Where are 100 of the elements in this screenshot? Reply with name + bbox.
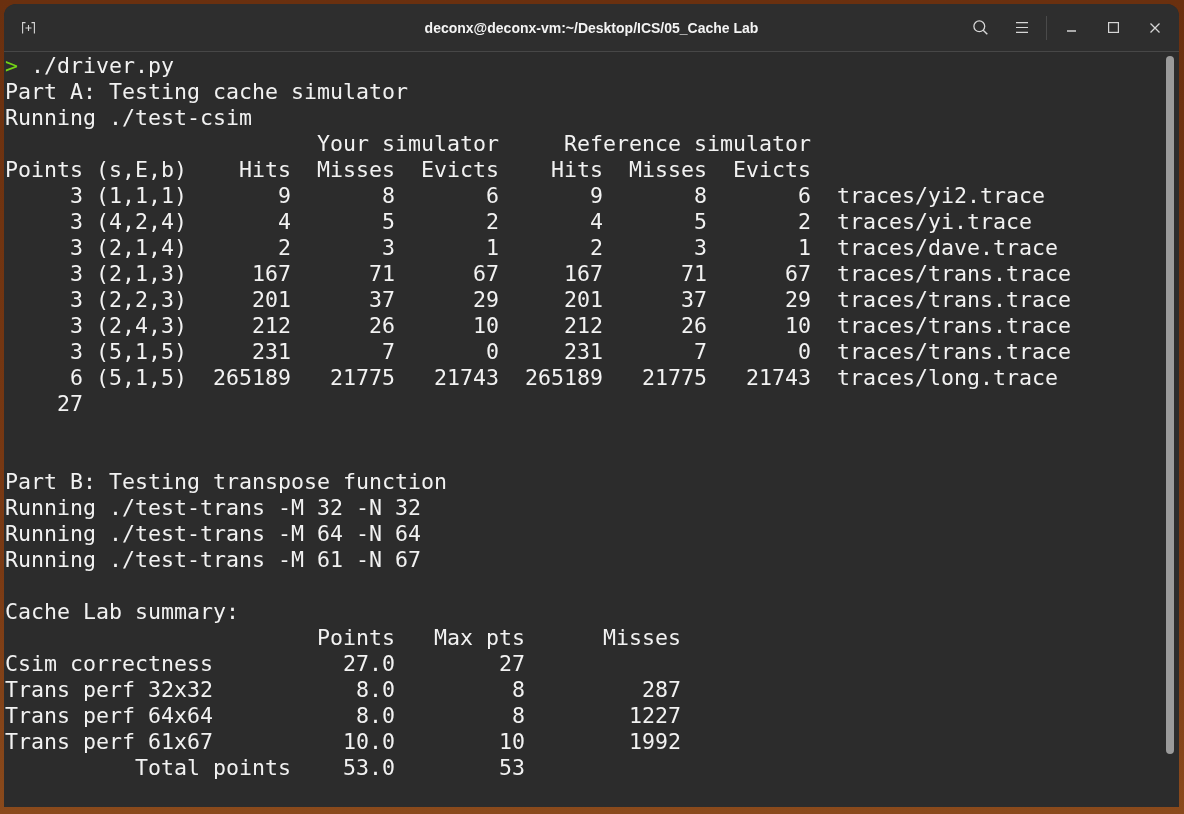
table-cell: 27.0 — [343, 651, 395, 677]
table-cell: 3 — [70, 287, 83, 313]
table-cell: 26 — [369, 313, 395, 339]
row-label: Csim correctness — [5, 651, 213, 677]
row-label: Trans perf 61x67 — [5, 729, 213, 755]
table-cell: 8 — [512, 677, 525, 703]
table-cell: 10.0 — [343, 729, 395, 755]
table-cell: 2 — [798, 209, 811, 235]
table-cell: 67 — [785, 261, 811, 287]
table-cell: 212 — [564, 313, 603, 339]
table-cell: (5,1,5) — [96, 365, 187, 391]
table-cell: 8 — [512, 703, 525, 729]
table-cell: 201 — [252, 287, 291, 313]
section-heading: Cache Lab summary: — [5, 599, 239, 625]
table-cell: 29 — [785, 287, 811, 313]
table-cell: 2 — [486, 209, 499, 235]
table-cell: 1227 — [629, 703, 681, 729]
table-cell: 53.0 — [343, 755, 395, 781]
table-cell: (2,2,3) — [96, 287, 187, 313]
table-cell: 3 — [70, 209, 83, 235]
table-cell: (2,1,3) — [96, 261, 187, 287]
table-cell: 265189 — [525, 365, 603, 391]
table-cell: 0 — [486, 339, 499, 365]
column-header: (s,E,b) — [96, 157, 187, 183]
table-cell: 0 — [798, 339, 811, 365]
table-cell: 8 — [694, 183, 707, 209]
table-cell: 212 — [252, 313, 291, 339]
trace-file-path: traces/trans.trace — [837, 313, 1071, 339]
window-title: deconx@deconx-vm:~/Desktop/ICS/05_Cache Lab — [424, 19, 759, 36]
trace-file-path: traces/long.trace — [837, 365, 1058, 391]
table-cell: 21743 — [746, 365, 811, 391]
table-cell: 10 — [499, 729, 525, 755]
table-cell: 21775 — [330, 365, 395, 391]
table-cell: 26 — [681, 313, 707, 339]
table-cell: 287 — [642, 677, 681, 703]
maximize-icon[interactable] — [1107, 22, 1119, 33]
minimize-icon[interactable] — [1066, 30, 1076, 32]
column-header: Points — [317, 625, 395, 651]
table-cell: 7 — [382, 339, 395, 365]
table-cell: 6 — [70, 365, 83, 391]
output-line: Running ./test-csim — [5, 105, 252, 131]
table-cell: 167 — [564, 261, 603, 287]
table-cell: 3 — [70, 261, 83, 287]
column-header: Hits — [239, 157, 291, 183]
section-heading: Part A: Testing cache simulator — [5, 79, 409, 105]
table-cell: (2,1,4) — [96, 235, 187, 261]
table-cell: 8 — [382, 183, 395, 209]
row-label: Trans perf 32x32 — [5, 677, 213, 703]
trace-file-path: traces/yi.trace — [837, 209, 1032, 235]
table-cell: (2,4,3) — [96, 313, 187, 339]
table-cell: (4,2,4) — [96, 209, 187, 235]
close-icon[interactable] — [1150, 22, 1160, 33]
table-cell: 3 — [70, 339, 83, 365]
row-label: Total points — [135, 755, 291, 781]
table-cell: 3 — [382, 235, 395, 261]
table-cell: 71 — [681, 261, 707, 287]
table-cell: 3 — [70, 235, 83, 261]
table-cell: 8.0 — [356, 703, 395, 729]
trace-file-path: traces/yi2.trace — [837, 183, 1045, 209]
table-cell: 231 — [252, 339, 291, 365]
table-cell: 37 — [369, 287, 395, 313]
total-score: 27 — [57, 391, 83, 417]
column-header: Evicts — [733, 157, 811, 183]
table-cell: 1992 — [629, 729, 681, 755]
table-cell: 4 — [278, 209, 291, 235]
table-cell: 37 — [681, 287, 707, 313]
table-cell: 21743 — [434, 365, 499, 391]
column-header: Hits — [551, 157, 603, 183]
column-header: Misses — [629, 157, 707, 183]
scrollbar[interactable] — [1166, 56, 1174, 754]
column-group-header: Reference simulator — [564, 131, 811, 157]
table-cell: (5,1,5) — [96, 339, 187, 365]
table-cell: 2 — [278, 235, 291, 261]
table-cell: 29 — [473, 287, 499, 313]
column-header: Misses — [317, 157, 395, 183]
table-cell: 5 — [694, 209, 707, 235]
table-cell: 1 — [798, 235, 811, 261]
prompt-symbol: > — [5, 53, 18, 79]
column-header: Evicts — [421, 157, 499, 183]
table-cell: 27 — [499, 651, 525, 677]
table-cell: 53 — [499, 755, 525, 781]
table-cell: 5 — [382, 209, 395, 235]
output-line: Running ./test-trans -M 64 -N 64 — [5, 521, 422, 547]
table-cell: 265189 — [213, 365, 291, 391]
table-cell: 71 — [369, 261, 395, 287]
row-label: Trans perf 64x64 — [5, 703, 213, 729]
column-group-header: Your simulator — [317, 131, 499, 157]
trace-file-path: traces/dave.trace — [837, 235, 1058, 261]
table-cell: 10 — [785, 313, 811, 339]
command-text: ./driver.py — [31, 53, 175, 79]
table-cell: 10 — [473, 313, 499, 339]
table-cell: 6 — [486, 183, 499, 209]
menu-icon[interactable] — [1016, 22, 1028, 33]
table-cell: 201 — [564, 287, 603, 313]
output-line: Running ./test-trans -M 61 -N 67 — [5, 547, 422, 573]
table-cell: 7 — [694, 339, 707, 365]
plus-square-icon[interactable] — [22, 21, 35, 34]
table-cell: 9 — [590, 183, 603, 209]
table-cell: 3 — [70, 313, 83, 339]
search-icon[interactable] — [972, 20, 988, 35]
